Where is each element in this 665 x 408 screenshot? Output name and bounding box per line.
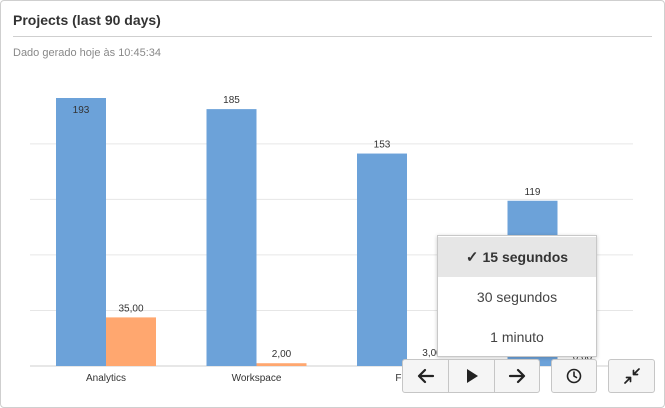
menu-option-label: 30 segundos xyxy=(476,289,558,305)
bar xyxy=(56,98,106,366)
menu-option-1min[interactable]: 1 minuto xyxy=(438,317,596,357)
clock-icon xyxy=(566,368,582,384)
data-label: 153 xyxy=(374,140,391,151)
menu-option-label: 1 minuto xyxy=(490,329,544,345)
data-label: 119 xyxy=(525,187,541,198)
menu-option-15s[interactable]: ✓ 15 segundos xyxy=(438,237,596,277)
data-label: 193 xyxy=(73,105,90,116)
bar xyxy=(206,109,257,366)
bar xyxy=(357,153,407,366)
refresh-interval-menu: ✓ 15 segundos 30 segundos 1 minuto xyxy=(437,235,597,357)
collapse-button[interactable] xyxy=(608,359,655,393)
refresh-interval-button[interactable] xyxy=(551,359,597,393)
play-button[interactable] xyxy=(448,359,495,393)
arrow-right-icon xyxy=(508,368,526,384)
bar xyxy=(106,317,156,366)
menu-option-label: 15 segundos xyxy=(482,249,569,265)
data-label: 2,00 xyxy=(272,349,292,360)
compress-icon xyxy=(623,368,640,384)
next-button[interactable] xyxy=(494,359,540,393)
arrow-left-icon xyxy=(417,368,434,384)
data-label: 35,00 xyxy=(118,303,143,314)
previous-button[interactable] xyxy=(402,359,449,393)
x-tick-label: Workspace xyxy=(232,373,282,384)
bar xyxy=(256,363,307,366)
check-icon: ✓ xyxy=(465,249,479,266)
x-tick-label: Analytics xyxy=(86,373,126,384)
data-label: 185 xyxy=(223,95,240,106)
menu-option-30s[interactable]: 30 segundos xyxy=(438,277,596,317)
play-icon xyxy=(466,369,478,383)
